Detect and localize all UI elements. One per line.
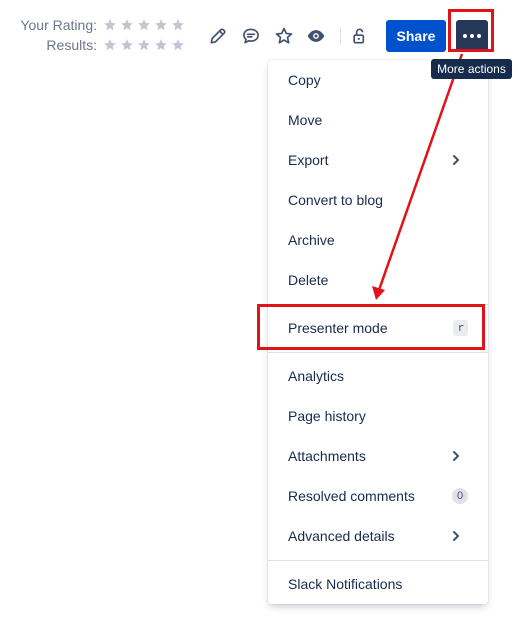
menu-item-label: Archive	[288, 232, 335, 248]
menu-item-slack-notifications[interactable]: Slack Notifications	[268, 564, 488, 604]
menu-item-label: Page history	[288, 408, 366, 424]
pencil-icon[interactable]	[206, 24, 230, 48]
your-rating-row: Your Rating:	[0, 16, 188, 34]
menu-item-convert-to-blog[interactable]: Convert to blog	[268, 180, 488, 220]
star-icon[interactable]	[171, 18, 185, 32]
star-icon[interactable]	[154, 18, 168, 32]
star-icon[interactable]	[137, 18, 151, 32]
star-icon[interactable]	[120, 18, 134, 32]
eye-icon[interactable]	[304, 24, 328, 48]
menu-item-export[interactable]: Export	[268, 140, 488, 180]
menu-item-delete[interactable]: Delete	[268, 260, 488, 300]
share-button[interactable]: Share	[386, 20, 446, 52]
chevron-right-icon	[450, 530, 462, 542]
star-icon	[137, 38, 151, 52]
toolbar-divider	[340, 27, 341, 45]
comment-icon[interactable]	[239, 24, 263, 48]
results-stars	[103, 38, 188, 52]
your-rating-stars[interactable]	[103, 18, 188, 32]
star-icon	[171, 38, 185, 52]
menu-item-advanced-details[interactable]: Advanced details	[268, 516, 488, 556]
chevron-right-icon	[450, 154, 462, 166]
count-badge: 0	[452, 488, 468, 504]
more-actions-tooltip: More actions	[431, 59, 512, 79]
chevron-right-icon	[450, 450, 462, 462]
menu-item-label: Convert to blog	[288, 192, 383, 208]
star-icon	[120, 38, 134, 52]
menu-item-page-history[interactable]: Page history	[268, 396, 488, 436]
menu-item-label: Delete	[288, 272, 329, 288]
menu-item-label: Analytics	[288, 368, 345, 384]
menu-item-label: Attachments	[288, 448, 366, 464]
menu-divider	[268, 352, 488, 353]
menu-item-label: Export	[288, 152, 329, 168]
menu-item-attachments[interactable]: Attachments	[268, 436, 488, 476]
menu-item-move[interactable]: Move	[268, 100, 488, 140]
menu-item-label: Slack Notifications	[288, 576, 403, 592]
menu-item-resolved-comments[interactable]: Resolved comments 0	[268, 476, 488, 516]
annotation-highlight-presenter-mode	[257, 304, 485, 350]
menu-item-label: Advanced details	[288, 528, 395, 544]
annotation-highlight-more-button	[448, 9, 494, 52]
star-icon	[103, 38, 117, 52]
menu-item-label: Move	[288, 112, 323, 128]
star-icon[interactable]	[272, 24, 296, 48]
results-label: Results:	[46, 37, 97, 53]
menu-item-archive[interactable]: Archive	[268, 220, 488, 260]
menu-item-analytics[interactable]: Analytics	[268, 356, 488, 396]
results-rating-row: Results:	[0, 36, 188, 54]
star-icon[interactable]	[103, 18, 117, 32]
star-icon	[154, 38, 168, 52]
menu-item-label: Resolved comments	[288, 488, 415, 504]
your-rating-label: Your Rating:	[20, 17, 97, 33]
unlock-icon[interactable]	[348, 24, 372, 48]
menu-divider	[268, 560, 488, 561]
